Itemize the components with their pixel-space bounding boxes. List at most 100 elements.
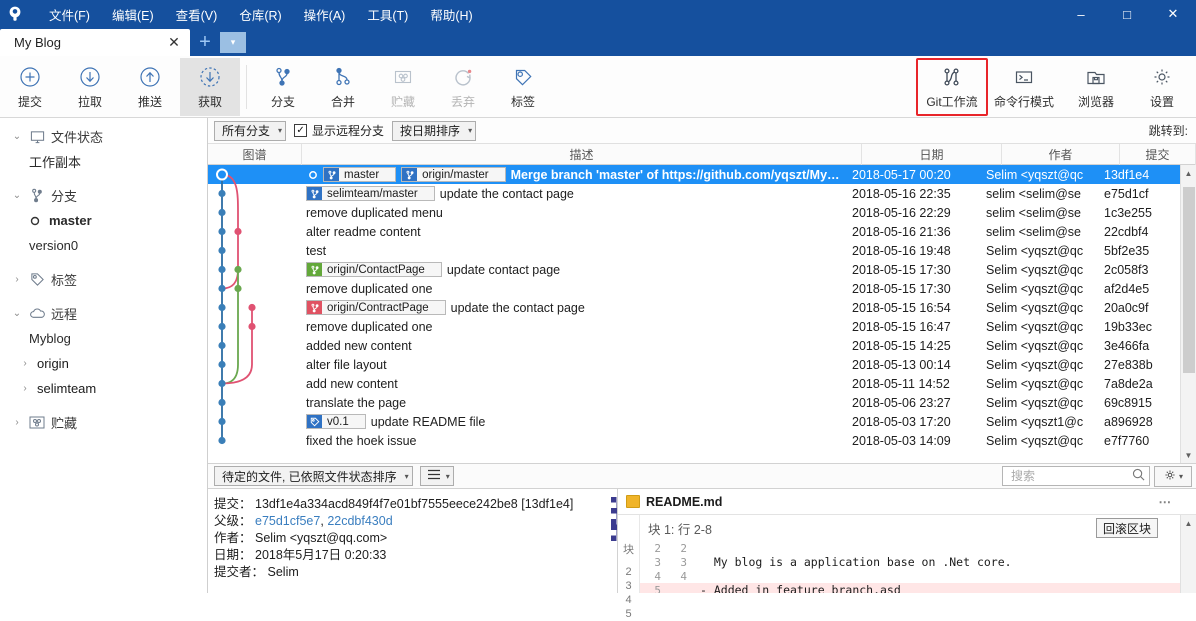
sort-order-dropdown[interactable]: 按日期排序 ▾ <box>392 121 476 141</box>
menu-item-actions[interactable]: 操作(A) <box>293 1 357 28</box>
close-icon[interactable]: ✕ <box>164 33 184 53</box>
commit-author: Selim <yqszt@qc <box>986 244 1104 258</box>
fetch-dashed-circle-icon <box>198 64 222 90</box>
chevron-right-icon[interactable]: › <box>8 417 26 428</box>
commit-row[interactable]: fixed the hoek issue2018-05-03 14:09Seli… <box>208 431 1180 450</box>
tab-my-blog[interactable]: My Blog ✕ <box>0 29 190 56</box>
show-remote-branches-checkbox[interactable]: ✓ 显示远程分支 <box>294 122 384 139</box>
search-input[interactable] <box>1009 468 1132 484</box>
maximize-button[interactable]: □ <box>1104 0 1150 28</box>
toolbar-pull-button[interactable]: 拉取 <box>60 58 120 116</box>
minimize-button[interactable]: – <box>1058 0 1104 28</box>
branch-ref-chip[interactable]: master <box>323 167 396 182</box>
commit-list-scrollbar[interactable]: ▲ ▼ <box>1180 165 1196 463</box>
sidebar-item-remote-origin[interactable]: › origin <box>0 351 207 376</box>
commit-row[interactable]: remove duplicated one2018-05-15 16:47Sel… <box>208 317 1180 336</box>
toolbar-left-group: 提交 拉取 推送 <box>0 56 553 118</box>
column-header-commit[interactable]: 提交 <box>1120 144 1196 165</box>
branch-ref-chip[interactable]: origin/master <box>401 167 505 182</box>
toolbar-stash-button[interactable]: 贮藏 <box>373 58 433 116</box>
menu-item-edit[interactable]: 编辑(E) <box>101 1 165 28</box>
toolbar-commit-button[interactable]: 提交 <box>0 58 60 116</box>
branch-ref-chip[interactable]: origin/ContactPage <box>306 262 442 277</box>
sidebar-item-branch-version0[interactable]: version0 <box>0 233 207 258</box>
commit-row[interactable]: alter readme content2018-05-16 21:36seli… <box>208 222 1180 241</box>
chevron-down-icon[interactable]: ⌄ <box>8 308 26 319</box>
rollback-hunk-button[interactable]: 回滚区块 <box>1096 518 1158 538</box>
close-button[interactable]: ✕ <box>1150 0 1196 28</box>
new-tab-button[interactable]: + <box>190 29 220 56</box>
diff-new-line-number: 2 <box>666 542 692 555</box>
chevron-right-icon[interactable]: › <box>8 274 26 285</box>
scrollbar-thumb[interactable] <box>1183 187 1195 373</box>
sidebar-item-file-status[interactable]: ⌄ 文件状态 <box>0 124 207 149</box>
toolbar-discard-button[interactable]: 丢弃 <box>433 58 493 116</box>
toolbar-settings-button[interactable]: 设置 <box>1132 58 1192 116</box>
commit-row[interactable]: v0.1update README file2018-05-03 17:20Se… <box>208 412 1180 431</box>
sidebar-spacer <box>0 292 207 301</box>
toolbar-merge-button[interactable]: 合并 <box>313 58 373 116</box>
commit-row[interactable]: add new content2018-05-11 14:52Selim <yq… <box>208 374 1180 393</box>
view-mode-dropdown[interactable]: ▾ <box>420 466 454 486</box>
chevron-down-icon[interactable]: ⌄ <box>8 190 26 201</box>
sidebar-item-remote-selimteam[interactable]: › selimteam <box>0 376 207 401</box>
toolbar-fetch-button[interactable]: 获取 <box>180 58 240 116</box>
toolbar-explorer-button[interactable]: 浏览器 <box>1060 58 1132 116</box>
menu-item-view[interactable]: 查看(V) <box>165 1 229 28</box>
menu-item-file[interactable]: 文件(F) <box>38 1 101 28</box>
sidebar-item-remote-myblog[interactable]: Myblog <box>0 326 207 351</box>
commit-row[interactable]: origin/ContactPageupdate contact page201… <box>208 260 1180 279</box>
column-header-date[interactable]: 日期 <box>862 144 1002 165</box>
commit-row[interactable]: translate the page2018-05-06 23:27Selim … <box>208 393 1180 412</box>
menu-item-help[interactable]: 帮助(H) <box>419 1 483 28</box>
commit-row[interactable]: masterorigin/masterMerge branch 'master'… <box>208 165 1180 184</box>
sidebar-item-working-copy[interactable]: 工作副本 <box>0 149 207 174</box>
search-box[interactable] <box>1002 466 1150 486</box>
sidebar-item-branches[interactable]: ⌄ 分支 <box>0 183 207 208</box>
commit-row[interactable]: test2018-05-16 19:48Selim <yqszt@qc5bf2e… <box>208 241 1180 260</box>
sidebar-item-branch-master[interactable]: master <box>0 208 207 233</box>
detail-parent-2[interactable]: 22cdbf430d <box>327 514 392 528</box>
toolbar-git-flow-button[interactable]: Git工作流 <box>916 58 988 116</box>
menu-item-repository[interactable]: 仓库(R) <box>228 1 292 28</box>
commit-row[interactable]: selimteam/masterupdate the contact page2… <box>208 184 1180 203</box>
scroll-up-icon[interactable]: ▲ <box>1185 515 1193 531</box>
commit-author: Selim <yqszt@qc <box>986 358 1104 372</box>
detail-parent-1[interactable]: e75d1cf5e7 <box>255 514 320 528</box>
toolbar-branch-button[interactable]: 分支 <box>253 58 313 116</box>
detail-settings-button[interactable]: ▾ <box>1154 466 1192 487</box>
scroll-down-icon[interactable]: ▼ <box>1181 447 1196 463</box>
commit-row[interactable]: added new content2018-05-15 14:25Selim <… <box>208 336 1180 355</box>
branch-filter-dropdown[interactable]: 所有分支 ▾ <box>214 121 286 141</box>
scroll-up-icon[interactable]: ▲ <box>1181 165 1196 181</box>
toolbar-terminal-button[interactable]: 命令行模式 <box>988 58 1060 116</box>
sidebar-item-stashes[interactable]: › 贮藏 <box>0 410 207 435</box>
sidebar-item-remotes[interactable]: ⌄ 远程 <box>0 301 207 326</box>
chevron-right-icon[interactable]: › <box>16 383 34 394</box>
sidebar-item-tags[interactable]: › 标签 <box>0 267 207 292</box>
chevron-right-icon[interactable]: › <box>16 358 34 369</box>
chevron-down-icon[interactable]: ⌄ <box>8 131 26 142</box>
column-header-graph[interactable]: 图谱 <box>208 144 302 165</box>
toolbar-tag-button[interactable]: 标签 <box>493 58 553 116</box>
file-sort-dropdown[interactable]: 待定的文件, 已依照文件状态排序 ▾ <box>214 466 413 486</box>
commit-row[interactable]: alter file layout2018-05-13 00:14Selim <… <box>208 355 1180 374</box>
commit-row[interactable]: remove duplicated menu2018-05-16 22:29se… <box>208 203 1180 222</box>
branch-ref-chip[interactable]: origin/ContractPage <box>306 300 446 315</box>
column-header-description[interactable]: 描述 <box>302 144 862 165</box>
branch-ref-chip[interactable]: selimteam/master <box>306 186 435 201</box>
commit-row[interactable]: origin/ContractPageupdate the contact pa… <box>208 298 1180 317</box>
commit-message: test <box>306 244 326 258</box>
column-header-author[interactable]: 作者 <box>1002 144 1120 165</box>
tag-ref-chip[interactable]: v0.1 <box>306 414 366 429</box>
search-icon[interactable] <box>1132 468 1145 484</box>
ref-label: master <box>343 169 379 181</box>
menu-item-tools[interactable]: 工具(T) <box>356 1 419 28</box>
commit-row[interactable]: remove duplicated one2018-05-15 17:30Sel… <box>208 279 1180 298</box>
diff-scrollbar[interactable]: ▲ <box>1180 515 1196 593</box>
chevron-down-icon: ▾ <box>278 126 282 135</box>
scrollbar-track[interactable] <box>1181 181 1196 447</box>
chevron-down-icon[interactable]: ▾ <box>220 32 246 53</box>
diff-more-button[interactable]: ⋯ <box>1159 494 1173 509</box>
toolbar-push-button[interactable]: 推送 <box>120 58 180 116</box>
